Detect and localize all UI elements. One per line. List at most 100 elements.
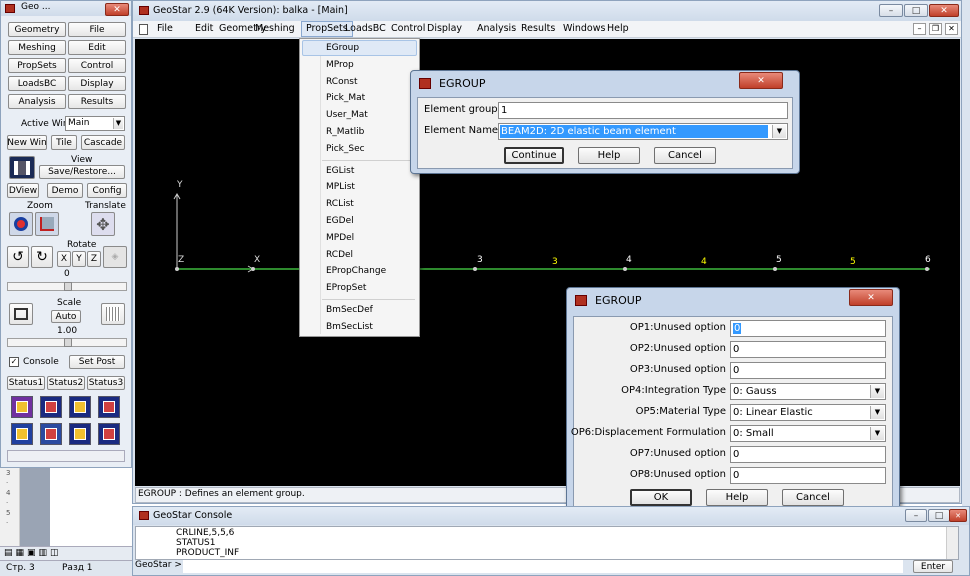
menu-item-egroup[interactable]: EGroup [326,41,359,55]
nav-results-button[interactable]: Results [68,94,126,109]
element-info-icon[interactable] [40,396,62,418]
menu-edit[interactable]: Edit [191,21,217,37]
new-win-button[interactable]: New Win [7,135,47,150]
fit-view-button[interactable] [9,303,33,325]
menu-item-mpdel[interactable]: MPDel [326,231,354,245]
maximize-button[interactable]: □ [904,4,928,17]
status-tab-1[interactable]: Status1 [7,376,45,390]
option-input[interactable]: 0 [730,320,886,337]
menu-item-bmsecdef[interactable]: BmSecDef [326,303,373,317]
scale-slider-thumb[interactable] [64,338,72,347]
mdi-close-button[interactable]: ✕ [945,23,958,35]
option-select[interactable]: 0: Linear Elastic ▼ [730,404,886,421]
left-panel-close-button[interactable]: ✕ [105,3,129,16]
menu-item-rcdel[interactable]: RCDel [326,248,353,262]
doc-view-icons[interactable]: ▤▦▣▥◫ [4,548,62,558]
rotate-ccw-button[interactable]: ↺ [7,246,29,268]
status-tab-2[interactable]: Status2 [47,376,85,390]
option-input[interactable]: 0 [730,467,886,484]
console-close-button[interactable]: ✕ [949,509,967,522]
menu-windows[interactable]: Windows [559,21,609,37]
menu-item-pick-sec[interactable]: Pick_Sec [326,142,365,156]
tile-button[interactable]: Tile [51,135,77,150]
menu-loadsbc[interactable]: LoadsBC [341,21,390,37]
report-icon[interactable] [98,423,120,445]
menu-item-mprop[interactable]: MProp [326,58,354,72]
nav-meshing-button[interactable]: Meshing [8,40,66,55]
nav-analysis-button[interactable]: Analysis [8,94,66,109]
nav-loadsbc-button[interactable]: LoadsBC [8,76,66,91]
list-icon[interactable] [40,423,62,445]
table-icon[interactable] [69,396,91,418]
menu-display[interactable]: Display [423,21,466,37]
option-input[interactable]: 0 [730,341,886,358]
scale-slider[interactable] [7,338,127,347]
help-icon[interactable] [69,423,91,445]
console-minimize-button[interactable]: – [905,509,927,522]
nav-geometry-button[interactable]: Geometry [8,22,66,37]
close-button[interactable]: ✕ [929,4,959,17]
rotate-slider[interactable] [7,282,127,291]
menu-analysis[interactable]: Analysis [473,21,520,37]
rotate-cw-button[interactable]: ↻ [31,246,53,268]
menu-item-bmseclist[interactable]: BmSecList [326,320,373,334]
option-input[interactable]: 0 [730,362,886,379]
dialog-2-close-button[interactable]: ✕ [849,289,893,306]
menu-item-rconst[interactable]: RConst [326,75,358,89]
rotate-y-button[interactable]: Y [72,251,86,267]
status-tab-3[interactable]: Status3 [87,376,125,390]
option-input[interactable]: 0 [730,446,886,463]
zoom-in-button[interactable] [9,212,33,236]
menu-item-rclist[interactable]: RCList [326,197,354,211]
scale-auto-button[interactable]: Auto [51,310,81,323]
dview-button[interactable]: DView [7,183,39,198]
ok-button[interactable]: OK [630,489,692,506]
element-group-input[interactable]: 1 [498,102,788,119]
cancel-button[interactable]: Cancel [782,489,844,506]
option-select[interactable]: 0: Small ▼ [730,425,886,442]
minimize-button[interactable]: – [879,4,903,17]
element-name-select[interactable]: BEAM2D: 2D elastic beam element ▼ [498,123,788,140]
rotate-free-button[interactable]: ◈ [103,246,127,268]
console-input[interactable] [183,560,903,573]
set-post-button[interactable]: Set Post [69,355,125,369]
continue-button[interactable]: Continue [504,147,564,164]
rotate-z-button[interactable]: Z [87,251,101,267]
nav-file-button[interactable]: File [68,22,126,37]
menu-file[interactable]: File [153,21,177,37]
cancel-button[interactable]: Cancel [654,147,716,164]
menu-meshing[interactable]: Meshing [251,21,299,37]
enter-button[interactable]: Enter [913,560,953,573]
menu-item-mplist[interactable]: MPList [326,180,355,194]
cascade-button[interactable]: Cascade [81,135,125,150]
view-icon-button[interactable] [9,156,35,179]
nav-propsets-button[interactable]: PropSets [8,58,66,73]
zoom-window-button[interactable] [35,212,59,236]
dialog-1-close-button[interactable]: ✕ [739,72,783,89]
nav-display-button[interactable]: Display [68,76,126,91]
console-scrollbar[interactable] [946,527,958,559]
menu-item-user-mat[interactable]: User_Mat [326,108,368,122]
scale-grid-button[interactable] [101,303,125,325]
console-maximize-button[interactable]: □ [928,509,950,522]
menu-results[interactable]: Results [517,21,559,37]
nav-control-button[interactable]: Control [68,58,126,73]
save-restore-button[interactable]: Save/Restore... [39,165,125,179]
help-button[interactable]: Help [578,147,640,164]
config-button[interactable]: Config [87,183,127,198]
menu-item-eglist[interactable]: EGList [326,164,354,178]
plot-icon[interactable] [11,396,33,418]
console-checkbox[interactable]: ✓ [9,357,19,367]
menu-item-egdel[interactable]: EGDel [326,214,354,228]
menu-item-epropchange[interactable]: EPropChange [326,264,386,278]
menu-item-r-matlib[interactable]: R_Matlib [326,125,364,139]
menu-item-pick-mat[interactable]: Pick_Mat [326,91,365,105]
demo-button[interactable]: Demo [47,183,83,198]
settings-icon[interactable] [98,396,120,418]
help-button[interactable]: Help [706,489,768,506]
mdi-minimize-button[interactable]: – [913,23,926,35]
nav-edit-button[interactable]: Edit [68,40,126,55]
active-win-select[interactable]: Main ▼ [65,116,125,131]
document-icon[interactable] [139,24,148,35]
option-select[interactable]: 0: Gauss ▼ [730,383,886,400]
